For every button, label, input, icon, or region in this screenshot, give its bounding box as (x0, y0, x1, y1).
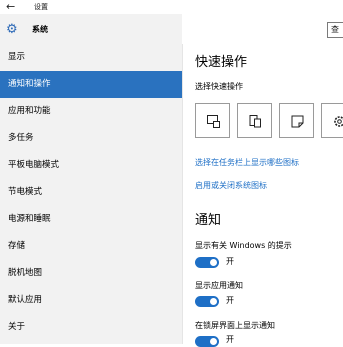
search-input[interactable]: 查 (327, 22, 343, 38)
quick-actions-heading: 快速操作 (195, 55, 248, 70)
window-title: 设置 (34, 3, 48, 11)
sidebar-item-display[interactable]: 显示 (0, 44, 182, 71)
back-arrow-icon[interactable]: ← (6, 0, 15, 14)
app-notifications-toggle-state: 开 (226, 296, 234, 305)
lock-screen-notifications-label: 在锁屏界面上显示通知 (195, 321, 275, 330)
app-notifications-toggle[interactable] (195, 296, 219, 307)
settings-gear-icon (334, 116, 343, 127)
sidebar-item-battery-saver[interactable]: 节电模式 (0, 179, 182, 206)
app-notifications-label: 显示应用通知 (195, 281, 243, 290)
windows-tips-toggle-state: 开 (226, 257, 234, 266)
toggle-knob (210, 298, 217, 305)
tablet-mode-icon (207, 115, 220, 128)
settings-gear-icon: ⚙ (6, 22, 18, 37)
sidebar-item-about[interactable]: 关于 (0, 314, 182, 341)
quick-action-tile-1[interactable] (195, 103, 230, 138)
title-bar: ← 设置 (0, 0, 343, 14)
sidebar-item-notifications-actions[interactable]: 通知和操作 (0, 71, 182, 98)
sidebar-item-default-apps[interactable]: 默认应用 (0, 287, 182, 314)
sidebar-header: ⚙ 系统 (0, 14, 182, 46)
note-icon (291, 115, 304, 128)
toggle-knob (210, 259, 217, 266)
quick-action-tile-2[interactable] (237, 103, 272, 138)
sidebar-item-offline-maps[interactable]: 脱机地图 (0, 260, 182, 287)
sidebar-item-tablet-mode[interactable]: 平板电脑模式 (0, 152, 182, 179)
sidebar-item-apps-features[interactable]: 应用和功能 (0, 98, 182, 125)
quick-action-tile-3[interactable] (279, 103, 314, 138)
sidebar-title: 系统 (32, 25, 48, 34)
system-icons-link[interactable]: 启用或关闭系统图标 (195, 180, 267, 192)
lock-screen-notifications-toggle[interactable] (195, 336, 219, 347)
choose-quick-actions-label: 选择快速操作 (195, 82, 243, 91)
windows-tips-label: 显示有关 Windows 的提示 (195, 241, 292, 250)
quick-action-tile-4[interactable] (321, 103, 343, 138)
windows-tips-toggle[interactable] (195, 257, 219, 268)
sidebar-item-multitasking[interactable]: 多任务 (0, 125, 182, 152)
sidebar: ⚙ 系统 显示 通知和操作 应用和功能 多任务 平板电脑模式 节电模式 电源和睡… (0, 14, 182, 344)
connect-devices-icon (249, 115, 261, 128)
main-content: 快速操作 选择快速操作 选择在任务栏上显示哪些图标 启用或关闭系统图标 通知 显… (183, 44, 343, 347)
sidebar-item-storage[interactable]: 存储 (0, 233, 182, 260)
notifications-heading: 通知 (195, 213, 222, 228)
sidebar-item-power-sleep[interactable]: 电源和睡眠 (0, 206, 182, 233)
lock-screen-notifications-toggle-state: 开 (226, 335, 234, 344)
taskbar-icons-link[interactable]: 选择在任务栏上显示哪些图标 (195, 157, 299, 169)
